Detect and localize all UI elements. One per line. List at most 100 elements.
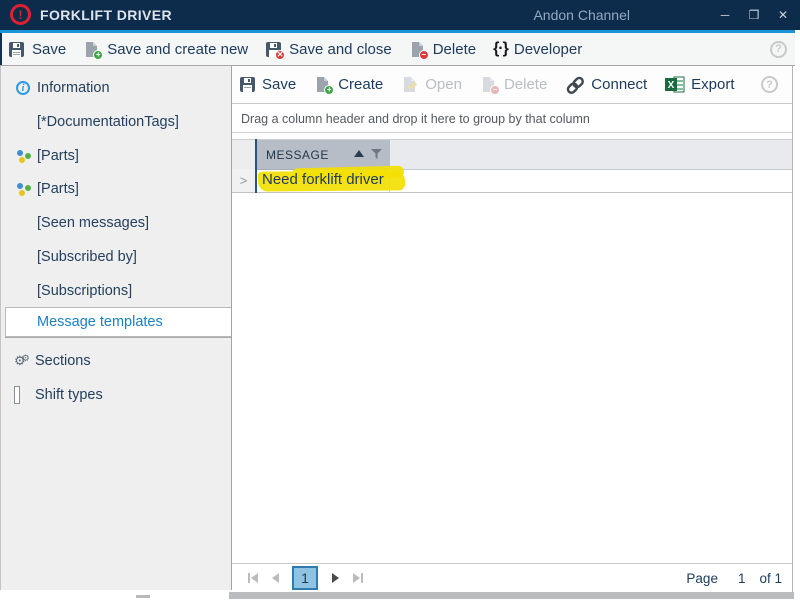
developer-label: Developer [514, 41, 582, 58]
plus-badge-icon: + [324, 85, 334, 95]
next-page-button[interactable] [324, 567, 346, 589]
close-badge-icon: ✕ [275, 50, 285, 60]
grid-toolbar: Save + Create Open − Delete [232, 66, 792, 104]
content-panel: Save + Create Open − Delete [232, 66, 793, 592]
group-by-hint-text: Drag a column header and drop it here to… [241, 112, 590, 126]
window-right-edge [795, 30, 800, 600]
save-close-icon: ✕ [265, 41, 283, 58]
maximize-button[interactable]: ❒ [747, 8, 761, 22]
filter-funnel-icon[interactable] [371, 149, 383, 163]
title-bar: ! FORKLIFT DRIVER Andon Channel ─ ❒ ✕ [0, 0, 800, 30]
save-and-create-new-button[interactable]: + Save and create new [83, 41, 248, 58]
sidebar-item-documentation-tags[interactable]: [*DocumentationTags] [1, 110, 231, 134]
grid-delete-button: − Delete [480, 76, 547, 93]
grid-open-label: Open [425, 76, 462, 93]
last-page-button [346, 567, 368, 589]
save-and-create-new-label: Save and create new [107, 41, 248, 58]
open-icon [401, 76, 419, 93]
close-button[interactable]: ✕ [776, 8, 790, 22]
sidebar-item-label: [Parts] [1, 181, 79, 197]
save-and-close-label: Save and close [289, 41, 392, 58]
sidebar-item-parts-2[interactable]: [Parts] [1, 177, 231, 201]
sidebar-item-subscribed-by[interactable]: [Subscribed by] [1, 245, 231, 269]
parts-icon [16, 181, 32, 197]
sidebar-item-label: [*DocumentationTags] [1, 114, 179, 130]
previous-page-button [264, 567, 286, 589]
row-indicator-header-cell [232, 140, 255, 170]
grid-open-button: Open [401, 76, 462, 93]
grid-export-button[interactable]: X Export [665, 76, 734, 93]
sidebar-item-label: [Parts] [1, 148, 79, 164]
save-create-icon: + [83, 41, 101, 58]
sidebar-group-divider [5, 337, 231, 338]
help-icon[interactable]: ? [770, 41, 787, 58]
group-by-drop-zone[interactable]: Drag a column header and drop it here to… [232, 105, 792, 133]
sidebar: i Information [*DocumentationTags] [Part… [0, 66, 232, 590]
grid-help-icon[interactable]: ? [761, 76, 778, 93]
window-title: FORKLIFT DRIVER [40, 7, 172, 23]
svg-text:X: X [668, 80, 675, 91]
window-subtitle: Andon Channel [533, 7, 630, 23]
delete-icon: − [409, 41, 427, 58]
page-of-label: of 1 [759, 571, 782, 586]
active-column-indicator [255, 139, 257, 193]
delete-icon: − [480, 76, 498, 93]
resize-gripper [136, 595, 150, 598]
page-info: Page 1 of 1 [686, 571, 782, 586]
page-number-button[interactable]: 1 [292, 566, 318, 590]
sidebar-item-label: [Seen messages] [1, 215, 149, 231]
grid-save-button[interactable]: Save [239, 76, 296, 93]
pager-bar: 1 Page 1 of 1 [232, 563, 792, 592]
row-expander-chevron: > [240, 173, 248, 188]
minus-badge-icon: − [419, 50, 429, 60]
connect-chain-icon [565, 76, 585, 94]
sidebar-item-label: [Subscriptions] [1, 283, 132, 299]
sidebar-item-information[interactable]: i Information [1, 76, 231, 100]
grid-header-empty [390, 140, 792, 170]
sidebar-item-parts-1[interactable]: [Parts] [1, 144, 231, 168]
row-expander-cell[interactable]: > [232, 169, 255, 192]
alert-icon: ! [10, 4, 31, 25]
plus-badge-icon: + [93, 50, 103, 60]
sidebar-item-message-templates[interactable]: Message templates [5, 307, 231, 337]
grid-save-label: Save [262, 76, 296, 93]
app-window: ! FORKLIFT DRIVER Andon Channel ─ ❒ ✕ Sa… [0, 0, 800, 600]
save-label: Save [32, 41, 66, 58]
sidebar-item-subscriptions[interactable]: [Subscriptions] [1, 279, 231, 303]
grid-connect-button[interactable]: Connect [565, 76, 647, 94]
main-toolbar: Save + Save and create new ✕ Save and cl… [0, 33, 795, 66]
grid-header-row: MESSAGE [232, 139, 792, 169]
floppy-save-icon [239, 76, 256, 93]
sort-ascending-icon [354, 150, 364, 157]
grid-row-need-forklift-driver[interactable]: > Need forklift driver [232, 169, 792, 193]
save-button[interactable]: Save [8, 41, 66, 58]
window-controls: ─ ❒ ✕ [718, 0, 790, 30]
grid-create-button[interactable]: + Create [314, 76, 383, 93]
page-label: Page [686, 571, 718, 586]
delete-button[interactable]: − Delete [409, 41, 476, 58]
grid-connect-label: Connect [591, 76, 647, 93]
grid-export-label: Export [691, 76, 734, 93]
page-value: 1 [738, 571, 746, 586]
first-page-button [242, 567, 264, 589]
sidebar-item-shift-types[interactable]: Shift types [1, 383, 231, 407]
minus-badge-icon: − [490, 85, 500, 95]
window-bottom-edge [0, 592, 800, 600]
floppy-save-icon [8, 41, 26, 58]
delete-label: Delete [433, 41, 476, 58]
developer-icon: {·} [493, 40, 508, 58]
sidebar-item-seen-messages[interactable]: [Seen messages] [1, 211, 231, 235]
shift-types-icon [14, 387, 30, 403]
create-icon: + [314, 76, 332, 93]
sidebar-item-label: [Subscribed by] [1, 249, 137, 265]
excel-export-icon: X [665, 76, 685, 93]
grid-create-label: Create [338, 76, 383, 93]
parts-icon [16, 148, 32, 164]
minimize-button[interactable]: ─ [718, 8, 732, 22]
grid-delete-label: Delete [504, 76, 547, 93]
column-header-label: MESSAGE [266, 148, 329, 162]
save-and-close-button[interactable]: ✕ Save and close [265, 41, 392, 58]
bottom-edge-shadow [229, 592, 794, 599]
sidebar-item-sections[interactable]: ⚙⚙ Sections [1, 349, 231, 373]
developer-button[interactable]: {·} Developer [493, 40, 582, 58]
